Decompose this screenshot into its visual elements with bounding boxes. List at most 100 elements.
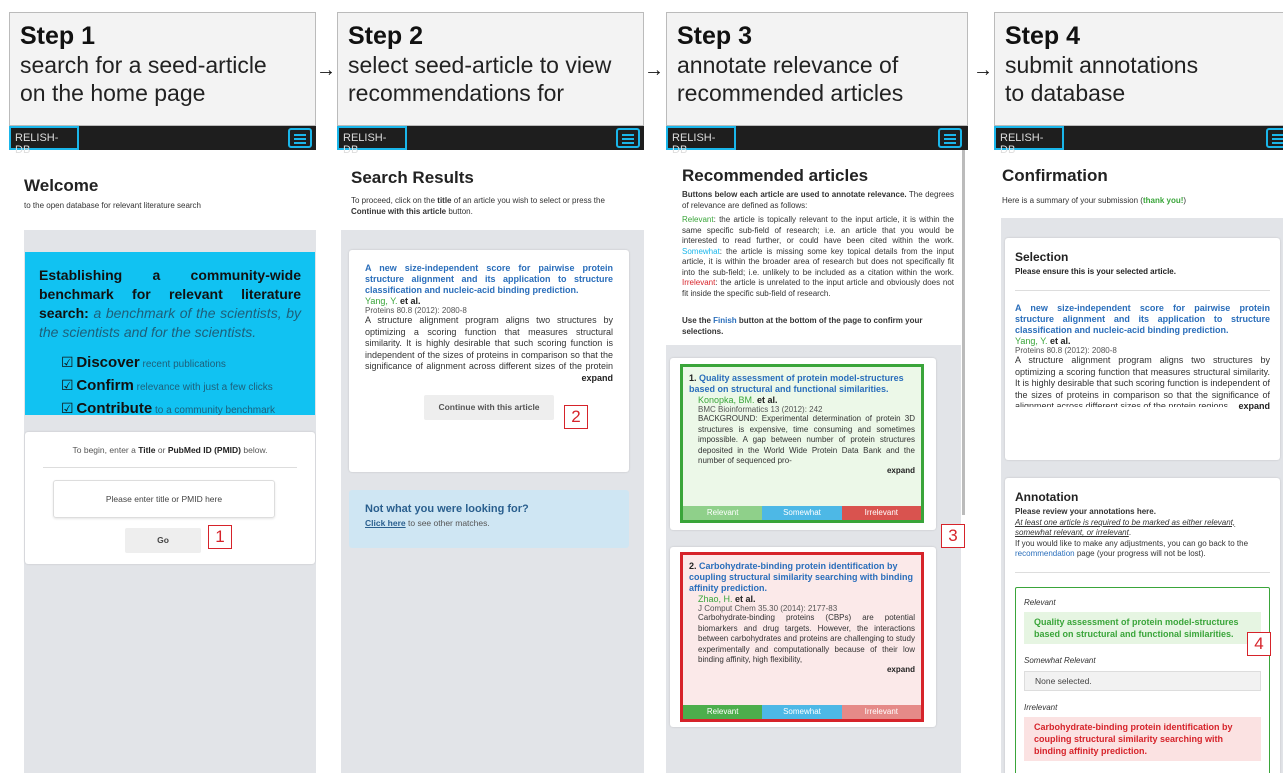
step-desc-line: select seed-article to view <box>348 52 612 78</box>
annotation-title: Annotation <box>1015 490 1079 504</box>
relevant-label: Relevant <box>1024 597 1056 607</box>
irrelevant-label: Irrelevant <box>1024 702 1058 712</box>
article-title-link[interactable]: A new size-independent score for pairwis… <box>365 263 613 296</box>
step1-panel: Step 1 search for a seed-article on the … <box>9 0 316 773</box>
relevant-item: Quality assessment of protein model-stru… <box>1024 612 1261 644</box>
not-found-title: Not what you were looking for? <box>365 503 529 515</box>
article-abstract: Carbohydrate-binding proteins (CBPs) are… <box>698 613 915 664</box>
relevant-button[interactable]: Relevant <box>683 705 763 719</box>
recommendation-link[interactable]: recommendation <box>1015 549 1075 558</box>
step-desc-line: search for a seed-article <box>20 52 267 78</box>
step-marker-1: 1 <box>208 525 232 549</box>
article-authors: Yang, Y. et al. <box>365 296 421 306</box>
page-title: Recommended articles <box>682 166 869 185</box>
article-title-link[interactable]: A new size-independent score for pairwis… <box>1015 303 1270 336</box>
step-marker-3: 3 <box>941 524 965 548</box>
search-card: To begin, enter a Title or PubMed ID (PM… <box>25 432 315 564</box>
go-button[interactable]: Go <box>125 528 201 553</box>
step-desc-line: submit annotations <box>1005 52 1199 78</box>
relevant-button[interactable]: Relevant <box>683 506 763 520</box>
hamburger-menu-icon[interactable] <box>288 128 312 148</box>
brand-link[interactable]: RELISH-DB <box>666 126 736 156</box>
step2-panel: Step 2 select seed-article to view recom… <box>337 0 644 773</box>
somewhat-label: Somewhat Relevant <box>1024 656 1096 665</box>
page-title: Confirmation <box>1002 166 1108 185</box>
step-desc-line: on the home page <box>20 80 206 106</box>
feature-rest: relevance with just a few clicks <box>133 382 273 393</box>
not-found-box: Not what you were looking for? Click her… <box>349 490 629 548</box>
search-input[interactable]: Please enter title or PMID here <box>53 480 275 518</box>
step-marker-4: 4 <box>1247 632 1271 656</box>
step-title: Step 4 <box>1005 22 1081 50</box>
feature-bold: Confirm <box>76 377 134 394</box>
step-title: Step 1 <box>20 22 96 50</box>
article-journal: Proteins 80.8 (2012): 2080-8 <box>1015 346 1117 355</box>
finish-instructions: Use the Finish button at the bottom of t… <box>682 316 923 336</box>
expand-link[interactable]: expand <box>698 466 915 475</box>
step3-panel: Step 3 annotate relevance of recommended… <box>666 0 973 773</box>
feature-rest: recent publications <box>139 359 226 370</box>
confirmation-subtitle: Here is a summary of your submission (th… <box>1002 196 1187 205</box>
continue-button[interactable]: Continue with this article <box>424 395 554 420</box>
irrelevant-button[interactable]: Irrelevant <box>841 506 921 520</box>
brand-link[interactable]: RELISH-DB <box>9 126 79 156</box>
check-square-icon: ☑ <box>61 354 74 370</box>
hamburger-menu-icon[interactable] <box>616 128 640 148</box>
hamburger-menu-icon[interactable] <box>1266 128 1283 148</box>
hero-banner: Establishing a community-wide benchmark … <box>25 252 315 417</box>
step-title: Step 2 <box>348 22 424 50</box>
relevant-selection-frame: 1. Quality assessment of protein model-s… <box>680 364 924 523</box>
relevance-intro: Buttons below each article are used to a… <box>682 190 954 210</box>
selection-card: Selection Please ensure this is your sel… <box>1005 238 1280 460</box>
irrelevant-button[interactable]: Irrelevant <box>841 705 921 719</box>
scrollbar[interactable] <box>962 150 965 515</box>
article-title-link[interactable]: 1. Quality assessment of protein model-s… <box>689 373 915 395</box>
hamburger-menu-icon[interactable] <box>938 128 962 148</box>
page-subtitle: to the open database for relevant litera… <box>24 201 201 210</box>
brand-link[interactable]: RELISH-DB <box>337 126 407 156</box>
step-title: Step 3 <box>677 22 753 50</box>
brand-link[interactable]: RELISH-DB <box>994 126 1064 156</box>
expand-link[interactable]: expand <box>365 373 613 383</box>
navbar: RELISH-DB <box>666 126 968 156</box>
feature-bold: Contribute <box>76 400 153 417</box>
article-journal: J Comput Chem 35.30 (2014): 2177-83 <box>698 604 838 613</box>
irrelevant-item: Carbohydrate-binding protein identificat… <box>1024 717 1261 761</box>
navbar: RELISH-DB <box>9 126 316 156</box>
selection-title: Selection <box>1015 250 1069 264</box>
arrow-icon: → <box>644 59 664 81</box>
click-here-link[interactable]: Click here <box>365 518 406 528</box>
recommended-article-2: 2. Carbohydrate-binding protein identifi… <box>670 547 936 727</box>
article-title-link[interactable]: 2. Carbohydrate-binding protein identifi… <box>689 561 915 594</box>
article-authors: Zhao, H. et al. <box>698 594 756 604</box>
annotation-card: Annotation Please review your annotation… <box>1005 478 1280 773</box>
article-abstract: BACKGROUND: Experimental determination o… <box>698 414 915 465</box>
arrow-icon: → <box>973 59 993 81</box>
recommended-article-1: 1. Quality assessment of protein model-s… <box>670 358 936 530</box>
arrow-icon: → <box>316 59 336 81</box>
navbar: RELISH-DB <box>994 126 1283 156</box>
navbar: RELISH-DB <box>337 126 644 156</box>
somewhat-item: None selected. <box>1024 670 1261 691</box>
article-authors: Konopka, BM. et al. <box>698 395 778 405</box>
step-desc-line: annotate relevance of <box>677 52 899 78</box>
article-authors: Yang, Y. et al. <box>1015 336 1071 346</box>
not-found-rest: to see other matches. <box>405 518 490 528</box>
somewhat-button[interactable]: Somewhat <box>762 506 842 520</box>
article-journal: Proteins 80.8 (2012): 2080-8 <box>365 306 467 315</box>
step-desc-line: recommended articles <box>677 80 904 106</box>
check-square-icon: ☑ <box>61 400 74 416</box>
step1-box: Step 1 search for a seed-article on the … <box>9 12 316 126</box>
step-desc-line: recommendations for <box>348 80 565 106</box>
expand-link[interactable]: expand <box>698 665 915 674</box>
page-title: Welcome <box>24 176 99 195</box>
annotation-summary: Relevant Quality assessment of protein m… <box>1015 586 1270 773</box>
step2-box: Step 2 select seed-article to view recom… <box>337 12 644 126</box>
check-square-icon: ☑ <box>61 377 74 393</box>
somewhat-button[interactable]: Somewhat <box>762 705 842 719</box>
article-journal: BMC Bioinformatics 13 (2012): 242 <box>698 405 823 414</box>
selection-note: Please ensure this is your selected arti… <box>1015 267 1176 276</box>
begin-instructions: To begin, enter a Title or PubMed ID (PM… <box>72 445 268 455</box>
step4-box: Step 4 submit annotations to database <box>994 12 1283 126</box>
relevance-definitions: Relevant: the article is topically relev… <box>682 215 954 298</box>
